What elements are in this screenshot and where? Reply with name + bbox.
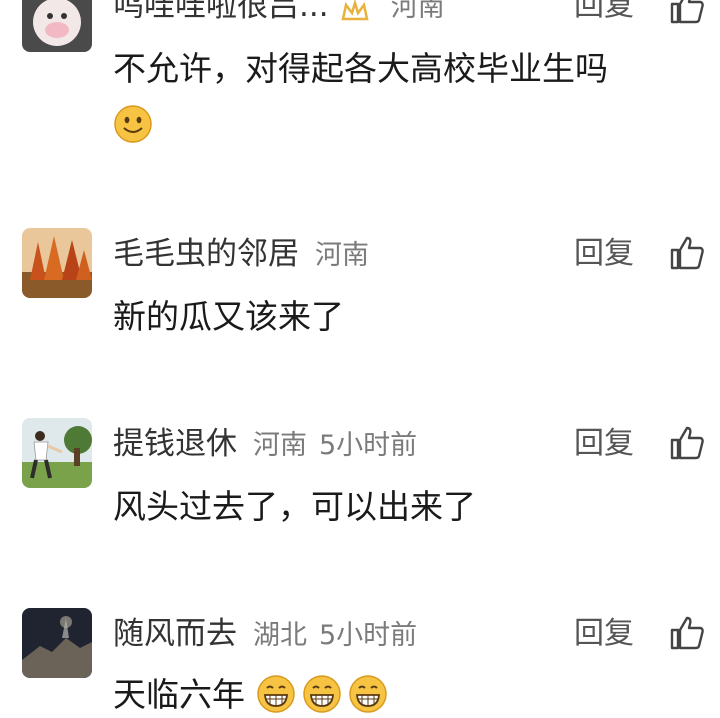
comment-text-body: 不允许，对得起各大高校毕业生吗 bbox=[113, 49, 608, 88]
thumbs-up-icon bbox=[668, 614, 706, 652]
location-label: 河南 bbox=[390, 0, 445, 23]
author-name[interactable]: 随风而去 bbox=[113, 616, 237, 652]
author-name[interactable]: 毛毛虫的邻居 bbox=[113, 236, 299, 272]
comment-text: 新的瓜又该来了 bbox=[113, 297, 344, 336]
avatar[interactable] bbox=[22, 608, 92, 678]
like-button[interactable] bbox=[668, 0, 706, 26]
reply-button[interactable]: 回复 bbox=[574, 614, 634, 654]
timestamp-label: 5小时前 bbox=[319, 430, 418, 461]
like-button[interactable] bbox=[668, 614, 706, 652]
smile-emoji-icon bbox=[113, 104, 153, 144]
author-name[interactable]: 呜哇哇啦很吕... bbox=[113, 0, 329, 24]
crown-badge-icon bbox=[340, 0, 370, 25]
reply-button[interactable]: 回复 bbox=[574, 234, 634, 274]
avatar[interactable] bbox=[22, 0, 92, 52]
thumbs-up-icon bbox=[668, 424, 706, 462]
avatar[interactable] bbox=[22, 228, 92, 298]
location-label: 河南 bbox=[315, 240, 369, 271]
thumbs-up-icon bbox=[668, 234, 706, 272]
reply-button[interactable]: 回复 bbox=[574, 424, 634, 464]
location-label: 河南 bbox=[253, 430, 307, 461]
comment-text: 不允许，对得起各大高校毕业生吗 bbox=[113, 46, 608, 92]
grin-emoji-icon bbox=[256, 674, 296, 714]
grin-emoji-icon bbox=[348, 674, 388, 714]
comment-header: 呜哇哇啦很吕... 河南 bbox=[113, 0, 445, 26]
like-button[interactable] bbox=[668, 234, 706, 272]
comment-text: 风头过去了，可以出来了 bbox=[113, 487, 476, 526]
comment-text: 天临六年 bbox=[113, 672, 388, 718]
author-name[interactable]: 提钱退休 bbox=[113, 426, 237, 462]
grin-emoji-icon bbox=[302, 674, 342, 714]
comment-emoji-line bbox=[113, 102, 153, 148]
avatar[interactable] bbox=[22, 418, 92, 488]
location-label: 湖北 bbox=[253, 620, 307, 651]
comment-text-body: 天临六年 bbox=[113, 675, 245, 714]
comment-header: 毛毛虫的邻居 河南 bbox=[113, 234, 369, 274]
reply-button[interactable]: 回复 bbox=[574, 0, 634, 26]
like-button[interactable] bbox=[668, 424, 706, 462]
timestamp-label: 5小时前 bbox=[319, 620, 418, 651]
thumbs-up-icon bbox=[668, 0, 706, 26]
comment-header: 提钱退休 河南 5小时前 bbox=[113, 424, 417, 464]
comment-header: 随风而去 湖北 5小时前 bbox=[113, 614, 417, 654]
